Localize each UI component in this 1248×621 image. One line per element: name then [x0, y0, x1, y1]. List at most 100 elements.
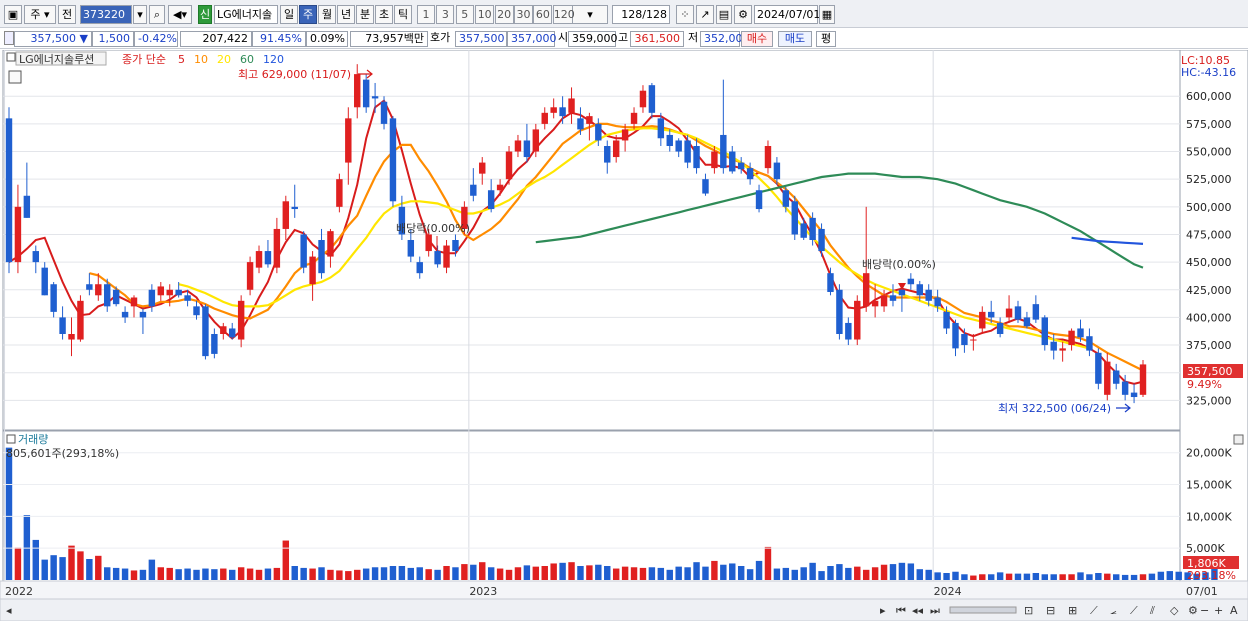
save-icon[interactable]: ▤ [716, 5, 732, 24]
volume-bar [1059, 574, 1066, 580]
candle-body [880, 295, 888, 307]
draw-shape-icon[interactable]: ◇ [1170, 604, 1179, 617]
period-button[interactable]: 분 [356, 5, 374, 24]
volume-bar [211, 569, 218, 580]
candle-body [1104, 361, 1111, 395]
period-button[interactable]: 년 [337, 5, 355, 24]
interval-button[interactable]: 5 [455, 5, 474, 24]
price-tick-label: 400,000 [1186, 311, 1232, 324]
interval-button[interactable]: 30 [514, 5, 533, 24]
volume-title: 거래량 [18, 433, 48, 446]
draw-angle-icon[interactable]: ⦟ [1110, 604, 1117, 617]
sell-button[interactable]: 매도 [778, 31, 812, 47]
prev-button[interactable]: 전 [58, 5, 76, 24]
interval-button[interactable]: 20 [494, 5, 514, 24]
legend-label: 종가 단순 [122, 53, 166, 66]
trade-amount: 73,957백만 [350, 31, 428, 47]
period-button[interactable]: 틱 [394, 5, 412, 24]
volume-close-icon[interactable] [1233, 434, 1244, 445]
interval-dropdown[interactable]: ▾ [572, 5, 608, 24]
draw-line-icon[interactable]: ⟋ [1090, 604, 1098, 617]
zoom-out-icon[interactable]: − [1200, 604, 1209, 617]
volume-bar [487, 567, 495, 580]
volume-bar [737, 566, 745, 580]
interval-button[interactable]: 60 [533, 5, 553, 24]
low-price: 352,000 [700, 31, 750, 47]
draw-channel-icon[interactable]: ⫽ [1149, 604, 1155, 617]
time-axis-label: 2023 [469, 585, 497, 598]
volume-bar [32, 539, 40, 580]
count-field[interactable]: 128/128 [612, 5, 670, 24]
period-button[interactable]: 월 [318, 5, 336, 24]
candle-body [184, 295, 191, 301]
candle-body [32, 251, 40, 263]
search-icon[interactable]: ⌕ [149, 5, 165, 24]
draw-icon[interactable]: ↗ [696, 5, 714, 24]
scroll-left-icon[interactable]: ◂ [6, 604, 12, 617]
draw-trend-icon[interactable]: ⟋ [1130, 604, 1138, 617]
period-button[interactable]: 초 [375, 5, 393, 24]
candle-body [871, 300, 879, 307]
volume-bar [23, 515, 31, 580]
gear-icon[interactable]: ⚙ [734, 5, 752, 24]
split-icon[interactable]: ⁘ [676, 5, 694, 24]
candle-body [86, 284, 93, 290]
volume-bar [95, 555, 102, 580]
current-price-value: 357,500 [30, 32, 77, 45]
period-button[interactable]: 일 [280, 5, 298, 24]
candle-body [1095, 352, 1102, 384]
candle-body [836, 289, 843, 334]
candle-body [470, 184, 477, 196]
scroll-panel [0, 598, 1248, 621]
candle-body [898, 289, 906, 296]
zoom-window-icon[interactable]: ⊟ [1046, 604, 1055, 617]
volume-bar [264, 568, 272, 580]
stock-chart[interactable]: 600,000 575,000 550,000 525,000 500,000 475,0… [0, 50, 1248, 621]
high-label: 고 [618, 31, 629, 44]
candle-body [604, 146, 611, 163]
interval-button[interactable]: 120 [552, 5, 575, 24]
scroll-end-icon[interactable]: ⏭ [930, 604, 940, 617]
date-field[interactable]: 2024/07/01 [754, 5, 820, 24]
speaker-icon[interactable]: ◀▾ [168, 5, 192, 24]
scroll-first-icon[interactable]: ⏮ [896, 604, 906, 617]
interval-button[interactable]: 3 [436, 5, 455, 24]
interval-button[interactable]: 10 [475, 5, 495, 24]
code-dropdown-icon[interactable]: ▾ [133, 5, 147, 24]
volume-tick-label: 20,000K [1186, 447, 1232, 460]
stock-code-input[interactable]: 373220 [80, 5, 132, 24]
layout-icon[interactable]: ▣ [4, 5, 22, 24]
volume-bar [586, 565, 593, 580]
settings-icon[interactable]: ⚙ [1188, 604, 1198, 617]
scroll-prev-icon[interactable]: ◂◂ [912, 604, 924, 617]
info-toggle-icon[interactable] [4, 31, 14, 45]
period-button[interactable]: 주 [299, 5, 317, 24]
grid-toggle-icon[interactable] [8, 70, 22, 84]
candle-body [630, 112, 638, 124]
volume-bar [1139, 574, 1147, 580]
volume-bar [354, 569, 361, 580]
interval-button[interactable]: 1 [417, 5, 435, 24]
chart-type-select[interactable]: 주 ▾ [24, 5, 56, 24]
volume-bar [800, 567, 807, 580]
volume-bar [916, 569, 923, 580]
eval-button[interactable]: 평 [816, 31, 836, 47]
buy-button[interactable]: 매수 [741, 31, 773, 47]
volume-bar [782, 567, 790, 580]
volume-bar [175, 569, 182, 580]
scroll-right-icon[interactable]: ▸ [880, 604, 886, 617]
current-pct-label: 9.49% [1187, 378, 1222, 391]
font-size-icon[interactable]: A [1230, 604, 1238, 617]
price-change: 1,500 [92, 31, 134, 47]
zoom-all-icon[interactable]: ⊞ [1068, 604, 1077, 617]
zoom-fit-icon[interactable]: ⊡ [1024, 604, 1033, 617]
stock-name-field[interactable]: LG에너지솔 [214, 5, 278, 24]
candle-body [782, 190, 790, 207]
candle-body [211, 334, 218, 354]
zoom-in-icon[interactable]: + [1214, 604, 1223, 617]
volume-bar [407, 567, 415, 580]
candle-body [987, 311, 995, 318]
candle-body [487, 190, 495, 210]
calendar-icon[interactable]: ▦ [819, 5, 835, 24]
zoom-slider[interactable] [949, 606, 1017, 614]
